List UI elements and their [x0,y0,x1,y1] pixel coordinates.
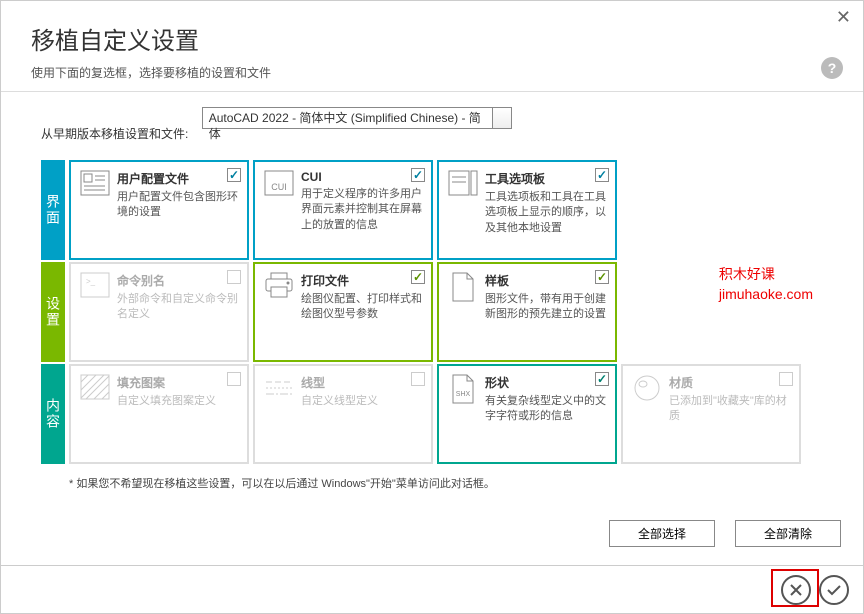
dialog-subtitle: 使用下面的复选框，选择要移植的设置和文件 [31,64,833,81]
source-version-select[interactable]: AutoCAD 2022 - 简体中文 (Simplified Chinese)… [202,107,512,129]
card-body: CUI 用于定义程序的许多用户界面元素并控制其在屏幕上的放置的信息 [301,170,423,250]
card-desc: 已添加到"收藏夹"库的材质 [669,394,791,425]
linetype-icon [263,374,295,402]
card-checkbox [411,372,425,386]
section-tab-teal: 内容 [41,364,65,464]
section-tab-blue: 界面 [41,160,65,260]
card-body: 材质已添加到"收藏夹"库的材质 [669,374,791,454]
card-body: 线型自定义线型定义 [301,374,423,454]
chevron-down-icon [498,115,506,120]
select-all-button[interactable]: 全部选择 [609,520,715,547]
cui-icon: CUI [263,170,295,198]
option-card-material: 材质已添加到"收藏夹"库的材质 [621,364,801,464]
card-title: 工具选项板 [485,170,607,187]
svg-text:CUI: CUI [271,182,287,192]
card-body: 用户配置文件用户配置文件包含图形环境的设置 [117,170,239,250]
card-title: 样板 [485,272,607,289]
card-checkbox[interactable] [595,168,609,182]
section-row: 内容填充图案自定义填充图案定义线型自定义线型定义SHX形状有关复杂线型定义中的文… [41,364,843,464]
card-desc: 用户配置文件包含图形环境的设置 [117,190,239,221]
help-button[interactable]: ? [821,57,843,79]
card-body: 样板图形文件，带有用于创建新图形的预先建立的设置 [485,272,607,352]
card-title: 材质 [669,374,791,391]
card-desc: 工具选项板和工具在工具选项板上显示的顺序，以及其他本地设置 [485,190,607,236]
bottom-bar [1,565,863,613]
palette-icon [447,170,479,198]
cancel-button[interactable] [781,575,811,605]
card-desc: 绘图仪配置、打印样式和绘图仪型号参数 [301,292,423,323]
profile-icon [79,170,111,198]
template-icon [447,272,479,300]
option-card-shx[interactable]: SHX 形状有关复杂线型定义中的文字字符或形的信息 [437,364,617,464]
card-body: 命令别名外部命令和自定义命令别名定义 [117,272,239,352]
sections: 界面用户配置文件用户配置文件包含图形环境的设置CUICUI用于定义程序的许多用户… [41,160,843,464]
source-label: 从早期版本移植设置和文件: [41,125,188,142]
card-body: 形状有关复杂线型定义中的文字字符或形的信息 [485,374,607,454]
option-card-alias: >_ 命令别名外部命令和自定义命令别名定义 [69,262,249,362]
option-card-palette[interactable]: 工具选项板工具选项板和工具在工具选项板上显示的顺序，以及其他本地设置 [437,160,617,260]
alias-icon: >_ [79,272,111,300]
cards-container: 填充图案自定义填充图案定义线型自定义线型定义SHX形状有关复杂线型定义中的文字字… [65,364,843,464]
source-row: 从早期版本移植设置和文件: AutoCAD 2022 - 简体中文 (Simpl… [41,107,843,142]
card-checkbox [779,372,793,386]
section-tab-green: 设置 [41,262,65,362]
card-checkbox[interactable] [595,372,609,386]
card-desc: 有关复杂线型定义中的文字字符或形的信息 [485,394,607,425]
watermark: 积木好课 jimuhaoke.com [719,265,813,304]
card-desc: 外部命令和自定义命令别名定义 [117,292,239,323]
x-icon [789,583,803,597]
card-checkbox [227,372,241,386]
option-card-profile[interactable]: 用户配置文件用户配置文件包含图形环境的设置 [69,160,249,260]
dialog-window: ✕ 移植自定义设置 使用下面的复选框，选择要移植的设置和文件 ? 从早期版本移植… [0,0,864,614]
card-body: 打印文件绘图仪配置、打印样式和绘图仪型号参数 [301,272,423,352]
svg-text:SHX: SHX [456,391,471,398]
option-card-printer[interactable]: 打印文件绘图仪配置、打印样式和绘图仪型号参数 [253,262,433,362]
check-icon [826,583,842,597]
header: 移植自定义设置 使用下面的复选框，选择要移植的设置和文件 ? [1,1,863,92]
footer-note: * 如果您不希望现在移植这些设置，可以在以后通过 Windows"开始"菜单访问… [69,476,499,493]
card-body: 填充图案自定义填充图案定义 [117,374,239,454]
section-row: 界面用户配置文件用户配置文件包含图形环境的设置CUICUI用于定义程序的许多用户… [41,160,843,260]
card-body: 工具选项板工具选项板和工具在工具选项板上显示的顺序，以及其他本地设置 [485,170,607,250]
dialog-title: 移植自定义设置 [31,21,833,56]
option-card-linetype: 线型自定义线型定义 [253,364,433,464]
option-card-template[interactable]: 样板图形文件，带有用于创建新图形的预先建立的设置 [437,262,617,362]
option-card-cui[interactable]: CUI CUI 用于定义程序的许多用户界面元素并控制其在屏幕上的放置的信息 [253,160,433,260]
card-desc: 自定义填充图案定义 [117,394,239,409]
card-checkbox[interactable] [411,168,425,182]
card-checkbox[interactable] [595,270,609,284]
shx-icon: SHX [447,374,479,402]
cards-container: 用户配置文件用户配置文件包含图形环境的设置 CUI CUI 用于定义程序的许多用户界面… [65,160,843,260]
ok-button[interactable] [819,575,849,605]
card-title: 打印文件 [301,272,423,289]
svg-text:>_: >_ [86,277,96,286]
card-title: 填充图案 [117,374,239,391]
card-desc: 自定义线型定义 [301,394,423,409]
option-card-hatch: 填充图案自定义填充图案定义 [69,364,249,464]
clear-all-button[interactable]: 全部清除 [735,520,841,547]
card-title: 命令别名 [117,272,239,289]
printer-icon [263,272,295,300]
material-icon [631,374,663,402]
footer-buttons: 全部选择 全部清除 [609,520,841,547]
card-title: 用户配置文件 [117,170,239,187]
source-selected-text: AutoCAD 2022 - 简体中文 (Simplified Chinese)… [209,111,481,141]
card-checkbox [227,270,241,284]
card-title: 形状 [485,374,607,391]
card-desc: 用于定义程序的许多用户界面元素并控制其在屏幕上的放置的信息 [301,187,423,233]
hatch-icon [79,374,111,402]
card-title: 线型 [301,374,423,391]
card-desc: 图形文件，带有用于创建新图形的预先建立的设置 [485,292,607,323]
card-checkbox[interactable] [227,168,241,182]
card-checkbox[interactable] [411,270,425,284]
card-title: CUI [301,170,423,184]
